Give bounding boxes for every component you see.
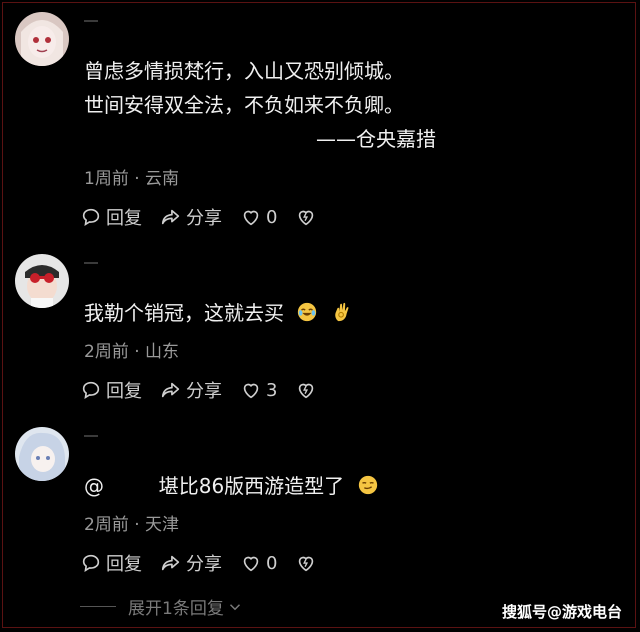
share-arrow-icon — [161, 209, 180, 225]
laugh-cry-emoji-icon — [298, 302, 317, 322]
comment-text-line: 世间安得双全法，不负如来不负卿。 — [84, 93, 404, 117]
comment-text-content: 堪比86版西游造型了 — [158, 474, 345, 498]
share-button[interactable]: 分享 — [160, 550, 222, 576]
heart-icon — [243, 556, 259, 572]
ok-hand-emoji-icon — [334, 302, 349, 322]
chevron-down-icon — [229, 603, 240, 610]
share-arrow-icon — [161, 555, 180, 571]
expand-replies-button[interactable]: 展开1条回复 — [80, 594, 244, 619]
broken-heart-icon — [299, 383, 314, 399]
smirk-emoji-icon — [358, 475, 377, 495]
dislike-button[interactable] — [295, 552, 321, 574]
comment-meta: 2周前 · 天津 — [84, 515, 180, 535]
like-button[interactable]: 0 — [240, 552, 277, 574]
like-button[interactable]: 3 — [240, 379, 277, 401]
reply-button[interactable]: 回复 — [80, 377, 142, 403]
watermark: 搜狐号@游戏电台 — [501, 603, 622, 621]
comment-text: 我勒个销冠，这就去买 — [84, 298, 353, 328]
avatar-image — [15, 427, 69, 481]
mention[interactable]: @ — [84, 474, 104, 498]
reply-label: 回复 — [106, 554, 142, 575]
like-count: 0 — [266, 206, 278, 228]
comment-text-content: 我勒个销冠，这就去买 — [84, 301, 284, 325]
comment-text-line: 曾虑多情损梵行，入山又恐别倾城。 — [84, 59, 404, 83]
username-hidden[interactable] — [84, 262, 98, 264]
share-arrow-icon — [161, 382, 180, 398]
comment-actions: 回复 分享 3 — [80, 377, 339, 403]
share-label: 分享 — [186, 554, 222, 575]
reply-label: 回复 — [106, 381, 142, 402]
like-count: 0 — [266, 552, 278, 574]
heart-icon — [243, 383, 259, 399]
share-label: 分享 — [186, 381, 222, 402]
reply-button[interactable]: 回复 — [80, 550, 142, 576]
avatar[interactable] — [15, 254, 69, 308]
avatar-image — [15, 12, 69, 66]
expand-divider — [80, 606, 116, 607]
broken-heart-icon — [299, 556, 314, 572]
reply-button[interactable]: 回复 — [80, 204, 142, 230]
comment-actions: 回复 分享 0 — [80, 550, 339, 576]
comment-actions: 回复 分享 0 — [80, 204, 339, 230]
like-count: 3 — [266, 379, 278, 401]
username-hidden[interactable] — [84, 20, 98, 22]
broken-heart-icon — [299, 210, 314, 226]
comment-meta: 2周前 · 山东 — [84, 342, 180, 362]
share-button[interactable]: 分享 — [160, 377, 222, 403]
avatar[interactable] — [15, 427, 69, 481]
chat-bubble-icon — [82, 208, 100, 226]
dislike-button[interactable] — [295, 206, 321, 228]
comment-meta: 1周前 · 云南 — [84, 169, 180, 189]
comment-attribution: ——仓央嘉措 — [316, 127, 436, 151]
dislike-button[interactable] — [295, 379, 321, 401]
avatar-image — [15, 254, 69, 308]
avatar[interactable] — [15, 12, 69, 66]
share-label: 分享 — [186, 208, 222, 229]
like-button[interactable]: 0 — [240, 206, 277, 228]
share-button[interactable]: 分享 — [160, 204, 222, 230]
heart-icon — [243, 210, 259, 226]
username-hidden[interactable] — [84, 435, 98, 437]
comment-text: @ 堪比86版西游造型了 — [84, 471, 379, 501]
chat-bubble-icon — [82, 554, 100, 572]
reply-label: 回复 — [106, 208, 142, 229]
chat-bubble-icon — [82, 381, 100, 399]
expand-label: 展开1条回复 — [128, 599, 224, 619]
